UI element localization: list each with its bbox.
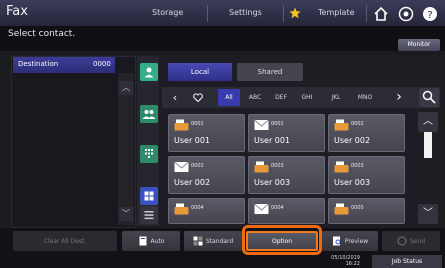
contact-number: 0001 — [271, 121, 284, 127]
contact-name: User 002 — [334, 136, 371, 145]
favorites-filter[interactable] — [188, 89, 208, 106]
contact-card[interactable]: 0001 User 001 — [168, 114, 245, 152]
person-icon — [144, 67, 154, 78]
contact-number: 0003 — [271, 163, 284, 169]
standard-label: Standard — [205, 237, 234, 245]
contact-number: 0001 — [191, 121, 204, 127]
send-label: Send — [409, 237, 426, 245]
send-button[interactable]: Send — [382, 231, 440, 251]
grid-view-icon — [144, 191, 154, 201]
status-message: Select contact. — [8, 29, 76, 39]
contact-card[interactable]: 0002 User 002 — [328, 114, 405, 152]
resolution-icon — [193, 236, 203, 246]
contact-scroll-down-button[interactable]: ﹀ — [418, 204, 438, 224]
contact-number: 0003 — [351, 163, 364, 169]
help-icon[interactable]: ? — [421, 5, 439, 23]
search-button[interactable] — [419, 88, 439, 107]
filter-abc[interactable]: ABC — [244, 89, 266, 106]
time-text: 16:22 — [345, 261, 360, 267]
date-time: 05/10/2019 16:22 — [310, 255, 360, 267]
contact-card[interactable]: 0001 User 001 — [248, 114, 325, 152]
destination-count: 0000 — [93, 60, 111, 68]
destination-label: Destination — [18, 60, 59, 68]
search-icon — [422, 90, 436, 104]
svg-text:?: ? — [427, 10, 432, 21]
fax-icon — [334, 203, 349, 215]
send-icon — [397, 236, 407, 246]
contact-name: User 001 — [174, 136, 211, 145]
option-label: Option — [271, 237, 293, 245]
home-icon[interactable] — [372, 5, 390, 23]
job-status-button[interactable]: Job Status — [372, 255, 442, 268]
tab-shared[interactable]: Shared — [237, 63, 303, 81]
group-icon — [142, 110, 156, 119]
contact-card[interactable]: 0004 — [168, 198, 245, 224]
contact-card[interactable]: 0003 User 003 — [248, 156, 325, 194]
eco-icon[interactable] — [397, 5, 415, 23]
contact-number: 0002 — [191, 163, 204, 169]
fax-icon — [174, 203, 189, 215]
scroll-down-button[interactable]: ﹀ — [119, 207, 133, 221]
contact-name: User 002 — [174, 178, 211, 187]
keypad-button[interactable] — [140, 145, 158, 163]
auto-button[interactable]: Auto — [122, 231, 180, 251]
nav-divider — [283, 5, 284, 22]
tile-view-button[interactable] — [140, 187, 158, 205]
group-button[interactable] — [140, 105, 158, 123]
document-icon — [139, 236, 147, 246]
star-icon[interactable] — [289, 7, 301, 19]
filter-ghi[interactable]: GHI — [296, 89, 318, 106]
contact-number: 0004 — [271, 205, 284, 211]
fax-icon — [334, 161, 349, 173]
contact-name: User 003 — [334, 178, 371, 187]
settings-tab[interactable]: Settings — [229, 8, 262, 17]
contact-number: 0005 — [351, 205, 364, 211]
app-title: Fax — [6, 4, 28, 19]
fax-icon — [174, 119, 189, 131]
scroll-up-button[interactable]: ︿ — [119, 81, 133, 95]
address-book-button[interactable] — [140, 63, 158, 81]
contact-card[interactable]: 0002 User 002 — [168, 156, 245, 194]
email-icon — [254, 119, 269, 130]
fax-icon — [334, 119, 349, 131]
list-view-button[interactable] — [140, 206, 158, 224]
template-tab[interactable]: Template — [318, 8, 355, 17]
contact-name: User 001 — [254, 136, 291, 145]
tab-local[interactable]: Local — [168, 63, 232, 81]
contact-number: 0002 — [351, 121, 364, 127]
nav-divider — [207, 5, 208, 22]
fax-icon — [254, 161, 269, 173]
filter-prev-button[interactable]: ‹ — [168, 89, 182, 106]
contact-card[interactable]: 0003 User 003 — [328, 156, 405, 194]
email-icon — [254, 203, 269, 214]
option-button[interactable]: Option — [246, 231, 318, 251]
filter-jkl[interactable]: JKL — [324, 89, 348, 106]
clear-all-label: Clear All Dest. — [43, 237, 87, 245]
contact-number: 0004 — [191, 205, 204, 211]
filter-def[interactable]: DEF — [270, 89, 292, 106]
contact-card[interactable]: 0004 — [248, 198, 325, 224]
clear-all-destinations-button[interactable]: Clear All Dest. — [13, 231, 117, 251]
email-icon — [174, 161, 189, 172]
list-view-icon — [144, 211, 154, 220]
scroll-thumb[interactable] — [424, 132, 432, 158]
filter-mno[interactable]: MNO — [352, 89, 378, 106]
preview-button[interactable]: Preview — [322, 231, 378, 251]
contact-scroll-up-button[interactable]: ︿ — [418, 112, 438, 132]
filter-all[interactable]: All — [218, 89, 240, 106]
auto-label: Auto — [150, 237, 165, 245]
standard-button[interactable]: Standard — [184, 231, 242, 251]
contact-scrollbar[interactable]: ︿ ﹀ — [418, 112, 438, 224]
contact-name: User 003 — [254, 178, 291, 187]
keypad-icon — [145, 149, 153, 158]
contact-card[interactable]: 0005 — [328, 198, 405, 224]
filter-next-button[interactable]: › — [392, 89, 406, 106]
nav-divider — [366, 5, 367, 22]
destination-scrollbar[interactable]: ︿ ﹀ — [118, 73, 134, 225]
monitor-button[interactable]: Monitor — [398, 39, 440, 51]
storage-tab[interactable]: Storage — [152, 8, 183, 17]
preview-label: Preview — [344, 237, 369, 245]
preview-icon — [332, 236, 341, 246]
heart-icon — [193, 93, 203, 103]
